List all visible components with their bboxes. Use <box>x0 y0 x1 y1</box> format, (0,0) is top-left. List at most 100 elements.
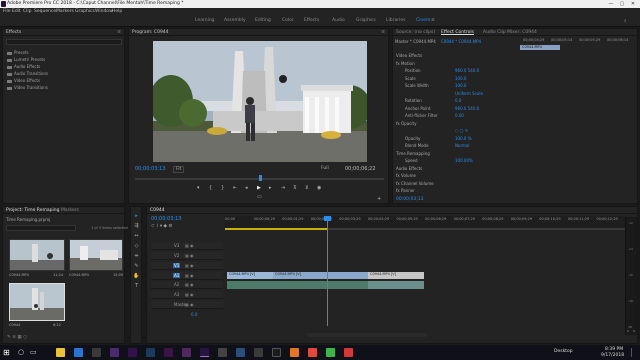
video-clip[interactable]: C0944.MP4 [V] <box>368 272 424 279</box>
ec-property-label[interactable]: fx Panner <box>396 188 415 193</box>
track-toggle-icons[interactable]: ▦ ◉ <box>185 253 194 258</box>
clock-time[interactable]: 8:39 PM <box>605 347 623 352</box>
ec-property-value[interactable]: 100.0 <box>455 76 466 81</box>
program-timecode-current[interactable]: 00;00;03;13 <box>135 166 166 172</box>
menu-file[interactable]: File <box>3 9 11 14</box>
effects-item-video-transitions[interactable]: Video Transitions <box>7 85 48 90</box>
track-header[interactable]: V1 ▦ ◉ <box>151 262 223 270</box>
tab-markers[interactable]: Markers <box>61 208 79 213</box>
timeline-timecode[interactable]: 00;00;03;13 <box>151 216 182 222</box>
selection-tool-icon[interactable]: ▸ <box>133 213 140 220</box>
ec-property-value[interactable]: 0.00 <box>455 113 464 118</box>
file-explorer-icon[interactable] <box>56 348 65 357</box>
tab-project[interactable]: Project: Time Remaping <box>6 208 59 213</box>
ec-property-label[interactable]: fx Motion <box>396 61 415 66</box>
tab-audio-clip-mixer[interactable]: Audio Clip Mixer: C0944 <box>483 30 537 35</box>
video-clip[interactable]: C0944.MP4 [V] <box>227 272 273 279</box>
play-button[interactable]: ▶ <box>257 185 261 191</box>
edge-browser-icon[interactable] <box>74 348 83 357</box>
timeline-toolbar-icons[interactable]: ⊂ ⌇ ▾ ◆ ⚙ <box>151 224 172 229</box>
ec-property-value[interactable]: 100.0 <box>455 83 466 88</box>
app-icon[interactable] <box>236 348 245 357</box>
effects-item-audio-effects[interactable]: Audio Effects <box>7 64 40 69</box>
clock-date[interactable]: 9/17/2018 <box>601 353 624 358</box>
workspace-audio[interactable]: Audio <box>332 18 345 23</box>
effects-item-video-effects[interactable]: Video Effects <box>7 78 40 83</box>
ripple-edit-tool-icon[interactable]: ↔ <box>133 233 140 240</box>
effects-item-audio-transitions[interactable]: Audio Transitions <box>7 71 48 76</box>
media-encoder-icon[interactable] <box>164 348 173 357</box>
video-clip[interactable]: C0944.MP4 [V] <box>273 272 368 279</box>
step-back-button[interactable]: ◂ <box>245 185 248 191</box>
ec-property-value[interactable]: 100.00% <box>455 158 473 163</box>
ec-property-label[interactable]: Anchor Point <box>405 106 430 111</box>
workspace-menu-icon[interactable]: ≡ <box>431 18 435 23</box>
ec-property-value[interactable]: 960.0 540.0 <box>455 106 479 111</box>
track-header[interactable]: V2 ▦ ◉ <box>151 252 223 260</box>
ec-property-label[interactable]: Audio Effects <box>396 166 422 171</box>
menu-markers[interactable]: Markers <box>56 9 74 14</box>
ec-property-label[interactable]: Time Remapping <box>396 151 430 156</box>
after-effects-icon[interactable] <box>128 348 137 357</box>
program-video-frame[interactable] <box>153 41 367 162</box>
track-toggle-icons[interactable]: ▦ ◉ <box>185 273 194 278</box>
track-header[interactable]: A2 ▦ ◉ <box>151 281 223 289</box>
effect-controls-master-label[interactable]: Master * C0944.MP4 <box>395 39 436 44</box>
track-label[interactable]: V1 <box>173 263 181 268</box>
timeline-scrollbar[interactable] <box>307 333 427 337</box>
workspace-cinem[interactable]: Cinem <box>416 18 430 23</box>
ec-property-label[interactable]: fx Channel Volume <box>396 181 434 186</box>
track-toggle-icons[interactable]: ▦ ◉ <box>185 243 194 248</box>
effect-controls-clip-label[interactable]: C0944 * C0944.MP4 <box>441 39 481 44</box>
store-icon[interactable] <box>92 348 101 357</box>
go-to-in-button[interactable]: ⇤ <box>233 185 237 191</box>
track-toggle-icons[interactable]: ▦ ◉ <box>185 263 194 268</box>
ec-property-label[interactable]: Position <box>405 68 421 73</box>
panel-menu-icon[interactable]: ≡ <box>381 30 385 35</box>
track-toggle-icons[interactable]: ▦ ◉ <box>185 302 194 307</box>
effects-search-input[interactable] <box>6 39 122 45</box>
track-toggle-icons[interactable]: ▦ ◉ <box>185 282 194 287</box>
app-icon[interactable] <box>326 348 335 357</box>
app-icon[interactable] <box>254 348 263 357</box>
ec-property-value[interactable]: 0.0 <box>455 98 461 103</box>
master-volume-value[interactable]: 0.0 <box>191 312 197 317</box>
menu-graphics[interactable]: Graphics <box>75 9 95 14</box>
solo-left-button[interactable]: S <box>627 329 629 333</box>
windows-start-icon[interactable]: ⊞ <box>3 348 10 357</box>
step-forward-button[interactable]: ▸ <box>269 185 272 191</box>
panel-menu-icon[interactable]: ≡ <box>117 30 121 35</box>
pen-tool-icon[interactable]: ✎ <box>133 263 140 270</box>
premiere-taskbar-icon[interactable] <box>110 348 119 357</box>
close-button[interactable]: ✕ <box>628 0 638 8</box>
export-frame-button[interactable]: ◉ <box>317 185 321 191</box>
ec-property-label[interactable]: Scale Width <box>405 83 429 88</box>
audition-icon[interactable] <box>182 348 191 357</box>
track-header[interactable]: A3 ▦ ◉ <box>151 291 223 299</box>
maximize-button[interactable]: ▢ <box>617 0 627 8</box>
minimize-button[interactable]: — <box>606 0 616 8</box>
track-label[interactable]: V2 <box>173 253 180 258</box>
timeline-tab[interactable]: C0944 <box>150 208 165 213</box>
audio-clip[interactable] <box>368 281 424 289</box>
workspace-assembly[interactable]: Assembly <box>224 18 246 23</box>
effects-item-lumetri-presets[interactable]: Lumetri Presets <box>7 57 45 62</box>
task-view-icon[interactable]: ▭ <box>30 348 37 357</box>
workspace-editing[interactable]: Editing <box>255 18 271 23</box>
ec-property-label[interactable]: fx Opacity <box>396 121 416 126</box>
project-clip-thumb[interactable] <box>69 239 123 271</box>
ec-property-label[interactable]: Rotation <box>405 98 422 103</box>
type-tool-icon[interactable]: T <box>133 283 140 290</box>
track-label[interactable]: A1 <box>173 273 181 278</box>
ec-property-value[interactable]: Uniform Scale <box>455 91 483 96</box>
menu-window[interactable]: Window <box>95 9 113 14</box>
track-select-tool-icon[interactable]: ⇶ <box>133 223 140 230</box>
app-icon[interactable] <box>308 348 317 357</box>
ec-property-value[interactable]: 100.0 % <box>455 136 472 141</box>
solo-right-button[interactable]: S <box>633 329 635 333</box>
timeline-ruler[interactable]: 00;00 00;00;00;29 00;00;01;29 00;00;02;29 00… <box>225 216 625 228</box>
extract-button[interactable]: ⊻ <box>305 185 309 191</box>
menu-help[interactable]: Help <box>112 9 122 14</box>
workspace-graphics[interactable]: Graphics <box>356 18 376 23</box>
ec-property-label[interactable]: Video Effects <box>396 53 422 58</box>
